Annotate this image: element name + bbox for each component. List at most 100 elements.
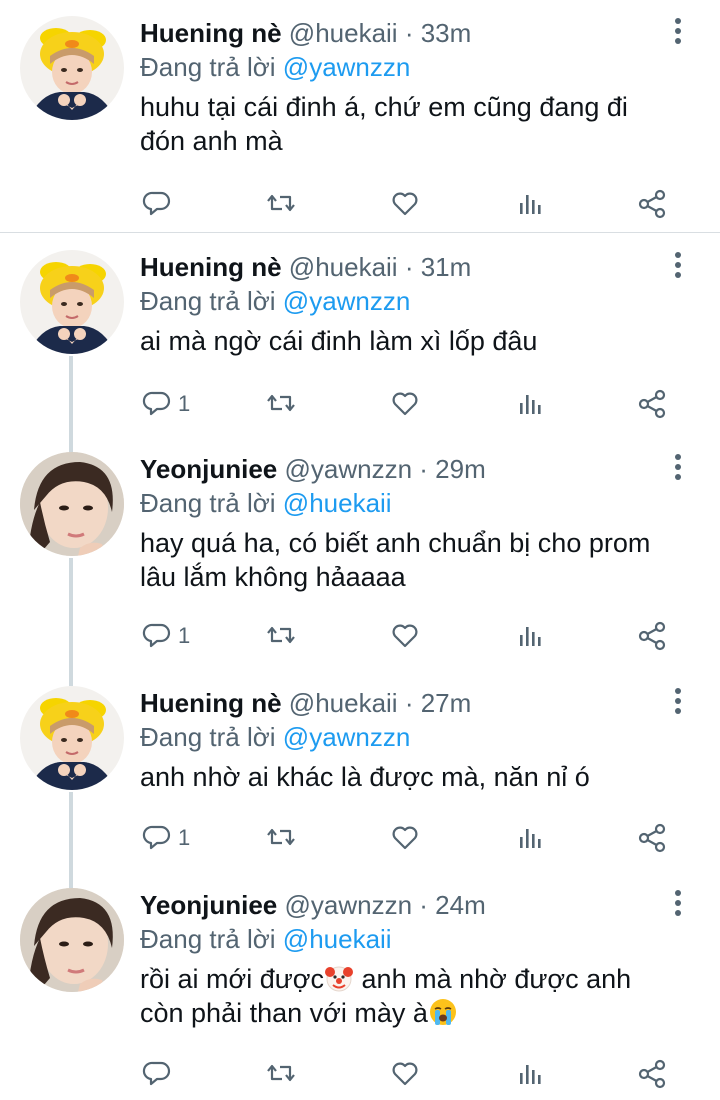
loudly-crying-face-emoji-icon	[429, 999, 456, 1025]
stats-button[interactable]	[516, 1054, 546, 1094]
share-button[interactable]	[638, 384, 668, 424]
reply-count: 1	[178, 825, 191, 850]
more-options-icon[interactable]	[664, 252, 692, 284]
avatar[interactable]	[20, 250, 124, 354]
avatar[interactable]	[20, 16, 124, 120]
tweet[interactable]: Huening nè @huekaii · 27m Đang trả lời @…	[0, 670, 720, 870]
reply-mention[interactable]: @huekaii	[283, 924, 392, 954]
retweet-button[interactable]	[266, 616, 296, 656]
stats-icon	[520, 829, 541, 848]
heart-icon	[392, 1062, 418, 1086]
separator-dot: ·	[397, 252, 421, 282]
reply-button[interactable]: 1	[142, 616, 190, 656]
avatar[interactable]	[20, 452, 124, 556]
reply-mention[interactable]: @yawnzzn	[283, 52, 411, 82]
tweet[interactable]: Yeonjuniee @yawnzzn · 29m Đang trả lời @…	[0, 436, 720, 668]
reply-count: 1	[178, 623, 191, 648]
tweet-header: Huening nè @huekaii · 33m	[140, 18, 471, 49]
reply-icon	[142, 1061, 171, 1086]
divider	[0, 232, 720, 233]
reply-context: Đang trả lời @yawnzzn	[140, 722, 410, 753]
reply-prefix: Đang trả lời	[140, 52, 276, 82]
stats-button[interactable]	[516, 384, 546, 424]
action-bar: 1	[140, 616, 700, 656]
author-name[interactable]: Huening nè	[140, 252, 282, 282]
stats-icon	[520, 395, 541, 414]
author-name[interactable]: Yeonjuniee	[140, 890, 277, 920]
more-options-icon[interactable]	[664, 18, 692, 50]
timestamp[interactable]: 31m	[421, 252, 472, 282]
action-bar: 1	[140, 384, 700, 424]
like-button[interactable]	[390, 184, 420, 224]
more-options-icon[interactable]	[664, 890, 692, 922]
reply-context: Đang trả lời @yawnzzn	[140, 286, 410, 317]
like-button[interactable]	[390, 616, 420, 656]
author-name[interactable]: Yeonjuniee	[140, 454, 277, 484]
reply-count: 1	[178, 391, 191, 416]
action-bar: 1	[140, 818, 700, 858]
like-button[interactable]	[390, 384, 420, 424]
reply-icon	[142, 391, 171, 416]
tweet-header: Yeonjuniee @yawnzzn · 24m	[140, 890, 486, 921]
author-handle[interactable]: @huekaii	[289, 252, 398, 282]
author-handle[interactable]: @yawnzzn	[285, 454, 413, 484]
timestamp[interactable]: 27m	[421, 688, 472, 718]
like-button[interactable]	[390, 818, 420, 858]
timestamp[interactable]: 33m	[421, 18, 472, 48]
reply-mention[interactable]: @huekaii	[283, 488, 392, 518]
stats-button[interactable]	[516, 818, 546, 858]
tweet[interactable]: Huening nè @huekaii · 33m Đang trả lời @…	[0, 0, 720, 232]
tweet-header: Yeonjuniee @yawnzzn · 29m	[140, 454, 486, 485]
tweet[interactable]: Yeonjuniee @yawnzzn · 24m Đang trả lời @…	[0, 872, 720, 1100]
tweet-header: Huening nè @huekaii · 31m	[140, 252, 471, 283]
avatar[interactable]	[20, 888, 124, 992]
tweet-text: huhu tại cái đinh á, chứ em cũng đang đi…	[140, 92, 628, 156]
stats-icon	[520, 1065, 541, 1084]
stats-button[interactable]	[516, 616, 546, 656]
tweet-text: anh nhờ ai khác là được mà, năn nỉ ó	[140, 762, 590, 792]
retweet-icon	[266, 626, 296, 644]
action-bar	[140, 184, 700, 224]
reply-button[interactable]	[142, 1054, 178, 1094]
tweet[interactable]: Huening nè @huekaii · 31m Đang trả lời @…	[0, 234, 720, 434]
reply-prefix: Đang trả lời	[140, 488, 276, 518]
stats-icon	[520, 195, 541, 214]
avatar[interactable]	[20, 686, 124, 790]
tweet-text-part: rồi ai mới được	[140, 964, 325, 994]
author-handle[interactable]: @yawnzzn	[285, 890, 413, 920]
action-bar	[140, 1054, 700, 1094]
timestamp[interactable]: 24m	[435, 890, 486, 920]
author-handle[interactable]: @huekaii	[289, 18, 398, 48]
tweet-text: hay quá ha, có biết anh chuẩn bị cho pro…	[140, 528, 651, 592]
retweet-button[interactable]	[266, 1054, 296, 1094]
reply-button[interactable]: 1	[142, 384, 190, 424]
like-button[interactable]	[390, 1054, 420, 1094]
author-name[interactable]: Huening nè	[140, 18, 282, 48]
reply-context: Đang trả lời @huekaii	[140, 488, 392, 519]
reply-button[interactable]: 1	[142, 818, 190, 858]
author-handle[interactable]: @huekaii	[289, 688, 398, 718]
stats-icon	[520, 627, 541, 646]
heart-icon	[392, 392, 418, 416]
more-options-icon[interactable]	[664, 688, 692, 720]
timestamp[interactable]: 29m	[435, 454, 486, 484]
retweet-button[interactable]	[266, 384, 296, 424]
reply-mention[interactable]: @yawnzzn	[283, 286, 411, 316]
author-name[interactable]: Huening nè	[140, 688, 282, 718]
reply-mention[interactable]: @yawnzzn	[283, 722, 411, 752]
share-button[interactable]	[638, 184, 668, 224]
reply-button[interactable]	[142, 184, 178, 224]
share-button[interactable]	[638, 1054, 668, 1094]
stats-button[interactable]	[516, 184, 546, 224]
share-icon	[638, 389, 666, 419]
more-options-icon[interactable]	[664, 454, 692, 486]
share-button[interactable]	[638, 616, 668, 656]
share-button[interactable]	[638, 818, 668, 858]
retweet-button[interactable]	[266, 818, 296, 858]
reply-icon	[142, 623, 171, 648]
retweet-button[interactable]	[266, 184, 296, 224]
share-icon	[638, 189, 666, 219]
separator-dot: ·	[397, 688, 421, 718]
tweet-header: Huening nè @huekaii · 27m	[140, 688, 471, 719]
share-icon	[638, 1059, 666, 1089]
